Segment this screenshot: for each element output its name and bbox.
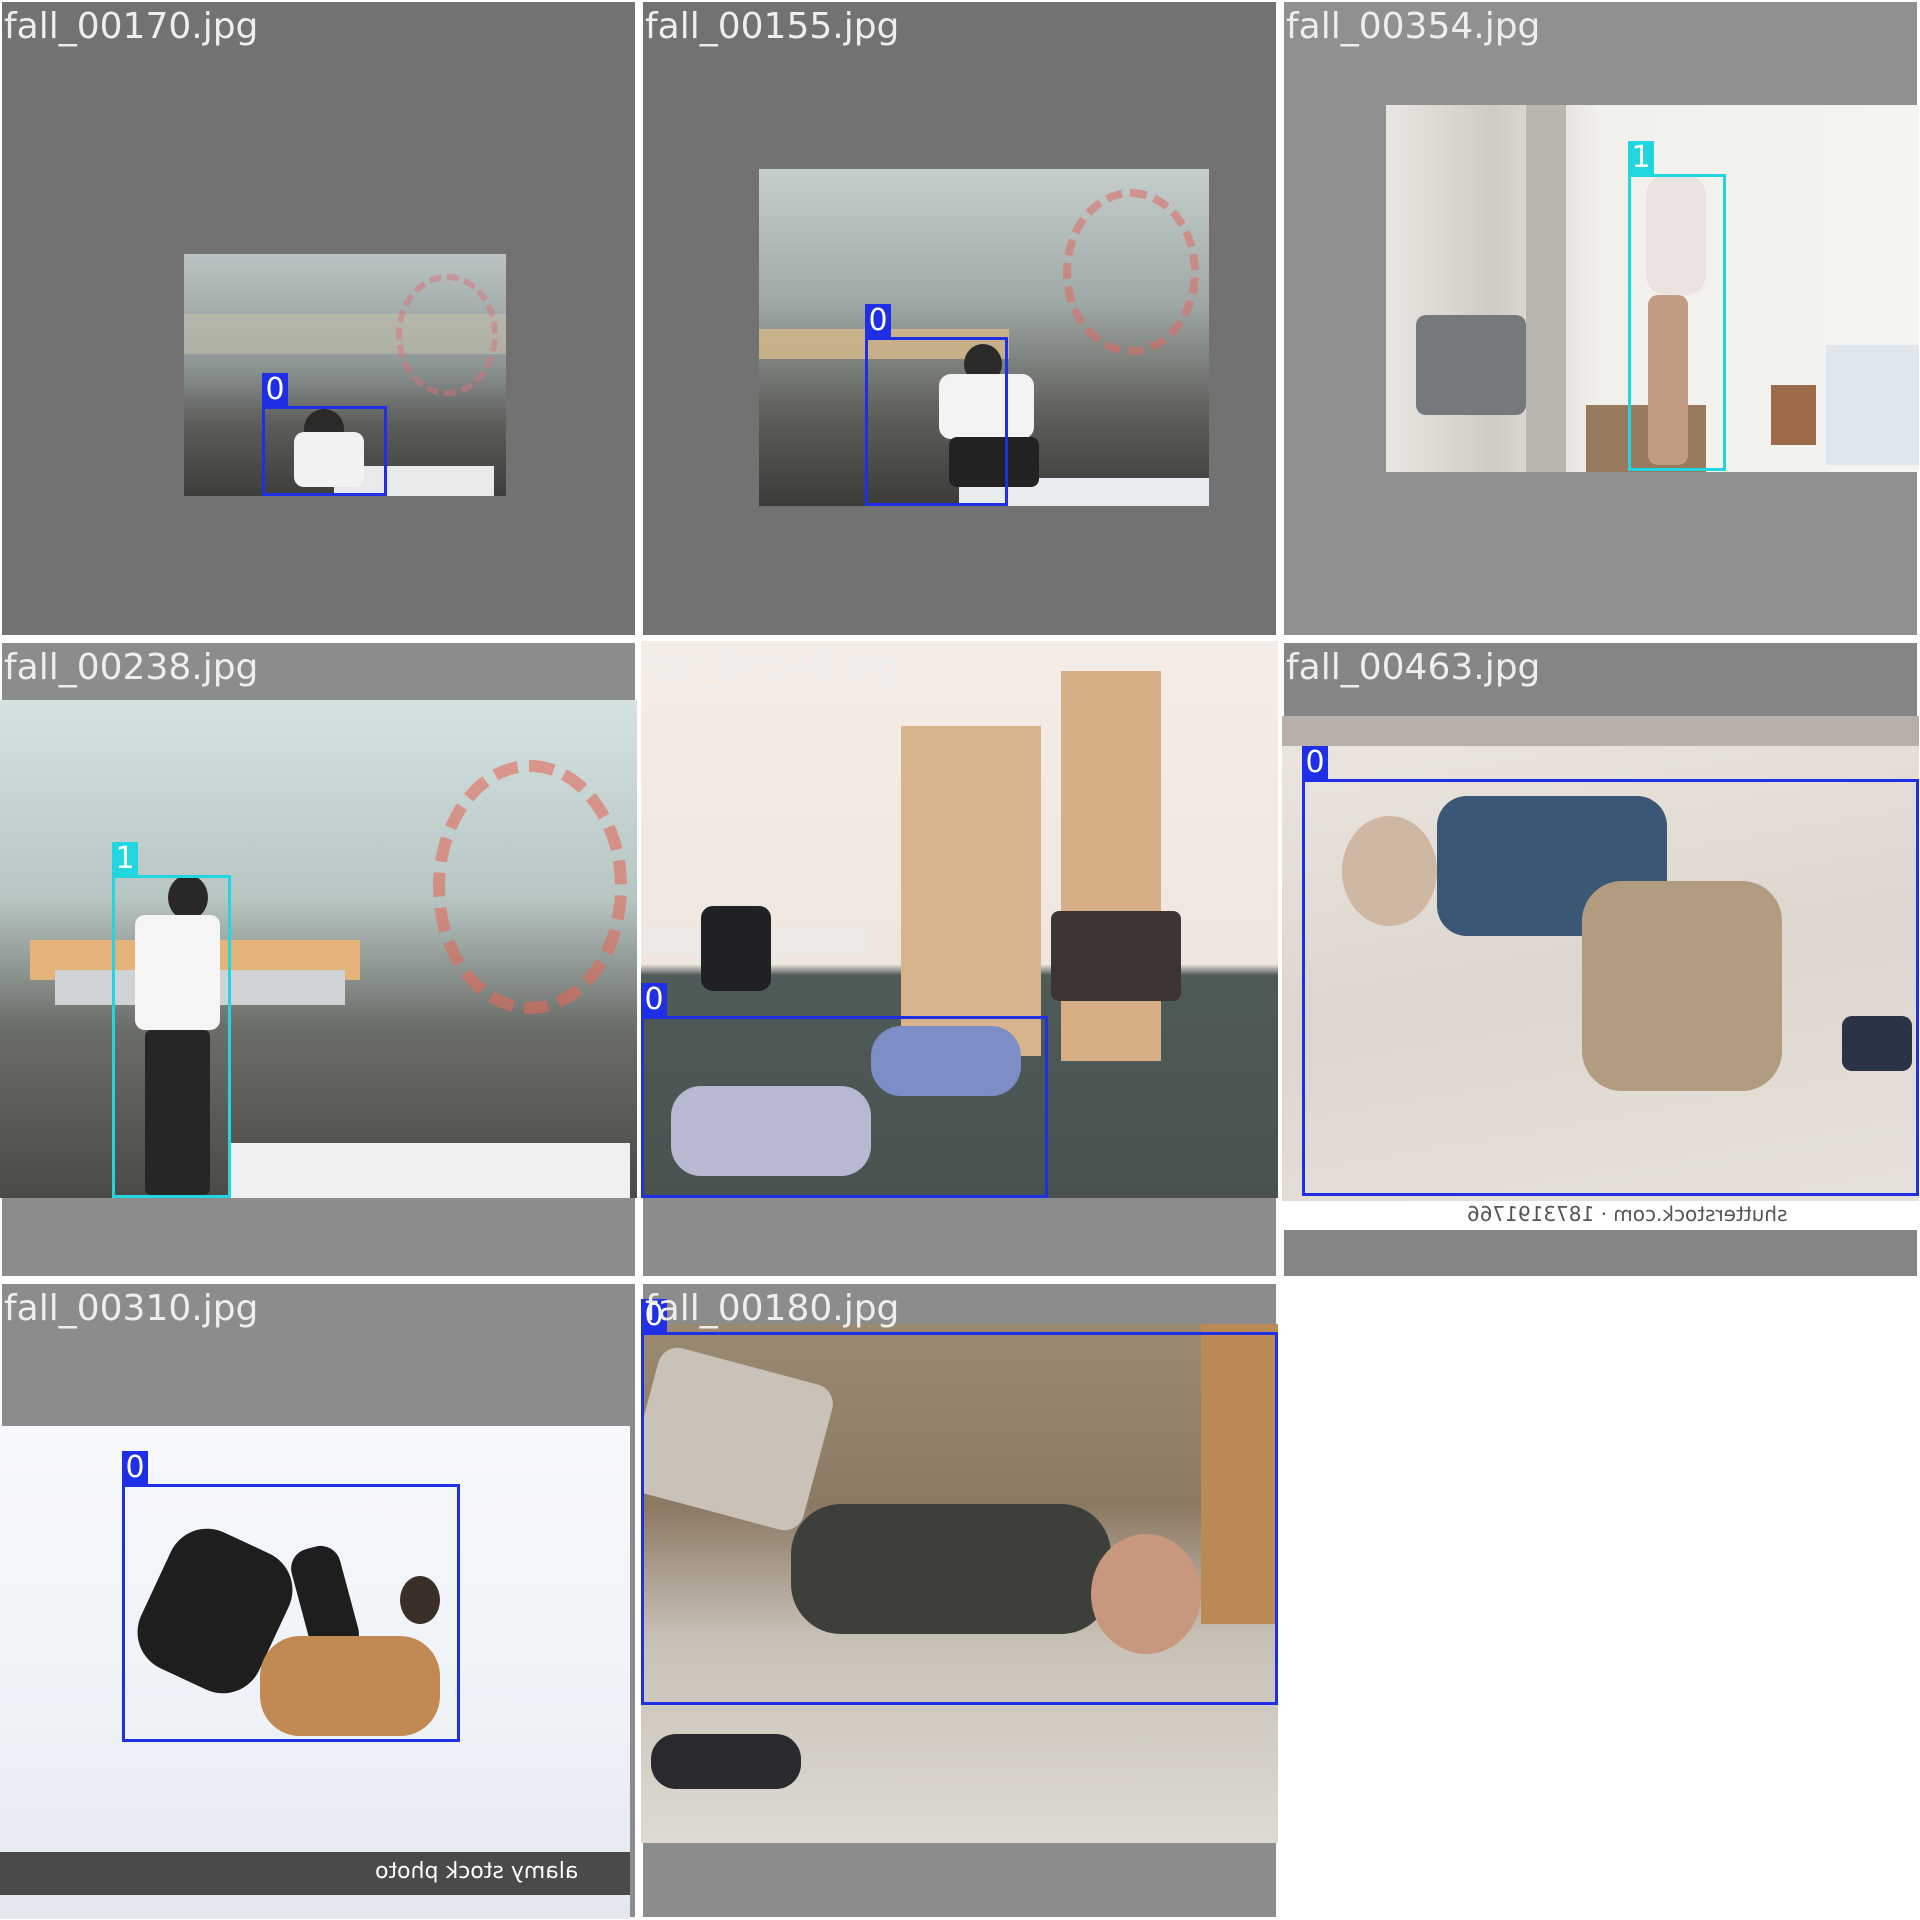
- image-filename: fall_00180.jpg: [645, 1288, 900, 1329]
- bounding-box: 0: [122, 1451, 460, 1742]
- image-filename: fall_00310.jpg: [4, 1288, 259, 1329]
- class-label: 0: [262, 373, 288, 407]
- bounding-box: 0: [1302, 746, 1919, 1196]
- photo: [0, 700, 637, 1198]
- image-filename: fall_00155.jpg: [645, 6, 900, 47]
- watermark-text: alamy stock photo: [375, 1859, 579, 1884]
- bounding-box: 1: [1628, 141, 1726, 471]
- image-tile: 1 fall_00354.jpg: [1282, 0, 1919, 637]
- batch-grid: 0 fall_00170.jpg 0 fall_00155.jpg 1 fall…: [0, 0, 1920, 1920]
- class-label: 0: [865, 304, 891, 338]
- image-filename: fall_00354.jpg: [1286, 6, 1541, 47]
- bounding-box: 0: [262, 373, 387, 496]
- image-filename: fall_00238.jpg: [4, 647, 259, 688]
- image-filename: fall_00463.jpg: [1286, 647, 1541, 688]
- class-label: 0: [1302, 746, 1328, 780]
- image-tile: 1 fall_00238.jpg: [0, 641, 637, 1278]
- image-tile: 0 shutterstock.com · 1873191766 fall_004…: [1282, 641, 1919, 1278]
- image-tile: 0 fall_00155.jpg: [641, 0, 1278, 637]
- image-tile: 0 fall_00149.jpg: [641, 641, 1278, 1278]
- image-filename: fall_00170.jpg: [4, 6, 259, 47]
- watermark-text: shutterstock.com · 1873191766: [1467, 1202, 1788, 1226]
- bounding-box: 0: [641, 983, 1048, 1198]
- bounding-box: 1: [112, 842, 231, 1198]
- class-label: 1: [112, 842, 138, 876]
- bounding-box: 0: [641, 1299, 1278, 1705]
- class-label: 0: [122, 1451, 148, 1485]
- class-label: 0: [641, 983, 667, 1017]
- image-tile: 0 alamy stock photo fall_00310.jpg: [0, 1282, 637, 1919]
- image-filename: fall_00149.jpg: [645, 647, 900, 688]
- bounding-box: 0: [865, 304, 1008, 506]
- image-tile: 0 fall_00170.jpg: [0, 0, 637, 637]
- class-label: 1: [1628, 141, 1654, 175]
- image-tile: 0 fall_00180.jpg: [641, 1282, 1278, 1919]
